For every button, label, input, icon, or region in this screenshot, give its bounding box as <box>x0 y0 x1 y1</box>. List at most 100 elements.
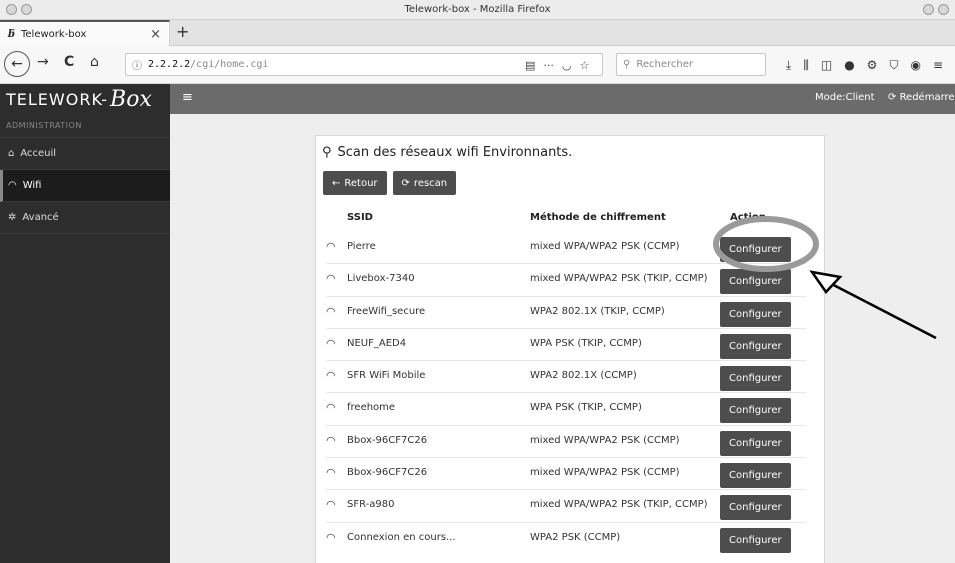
tab-telework-box[interactable]: ƃ Telework-box × <box>0 20 170 46</box>
addon-icon[interactable]: ⚙ <box>867 58 878 73</box>
window-sticky-icon[interactable] <box>21 4 32 15</box>
ssid: FreeWifi_secure <box>347 305 426 317</box>
tab-favicon-icon: ƃ <box>8 28 15 40</box>
table-row: ◠ Pierre mixed WPA/WPA2 PSK (CCMP) Confi… <box>326 232 806 265</box>
menu-icon[interactable]: ≡ <box>933 58 943 73</box>
encryption: mixed WPA/WPA2 PSK (CCMP) <box>530 467 680 479</box>
wifi-icon: ◠ <box>326 240 336 253</box>
encryption: WPA PSK (TKIP, CCMP) <box>530 337 642 349</box>
window-controls-right <box>923 4 949 15</box>
encryption: WPA2 802.1X (TKIP, CCMP) <box>530 305 665 317</box>
wifi-icon: ◠ <box>326 272 336 286</box>
tab-title: Telework-box <box>21 28 87 40</box>
reload-button[interactable]: C <box>64 54 74 70</box>
brand-box: Box <box>110 86 152 112</box>
window-titlebar: Telework-box - Mozilla Firefox <box>0 0 955 20</box>
mode-indicator[interactable]: Mode:Client <box>815 92 875 103</box>
configure-button[interactable]: Configurer <box>720 430 791 456</box>
configure-button[interactable]: Configurer <box>720 333 791 359</box>
sidebar-toggle-icon[interactable]: ◫ <box>821 58 832 73</box>
maximize-icon[interactable] <box>938 4 949 15</box>
ssid: SFR WiFi Mobile <box>347 370 426 382</box>
sidebar-item-wifi[interactable]: ◠ Wifi <box>0 170 170 202</box>
window-controls-left <box>6 4 32 15</box>
panel-title-text: Scan des réseaux wifi Environnants. <box>337 145 573 160</box>
sidebar-item-acceuil[interactable]: ⌂ Acceuil <box>0 138 170 170</box>
back-button[interactable]: ← <box>4 51 30 77</box>
ssid: Livebox-7340 <box>347 273 415 285</box>
forward-button[interactable]: → <box>37 54 49 70</box>
rescan-label: rescan <box>413 177 448 189</box>
back-label: Retour <box>344 177 378 189</box>
minimize-icon[interactable] <box>923 4 934 15</box>
account-icon[interactable]: ◉ <box>910 58 920 73</box>
menu-toggle-icon[interactable]: ≡ <box>182 90 193 105</box>
configure-button[interactable]: Configurer <box>720 463 791 489</box>
table-row: ◠ Livebox-7340 mixed WPA/WPA2 PSK (TKIP,… <box>326 264 806 297</box>
configure-button[interactable]: Configurer <box>720 366 791 392</box>
ssid: Connexion en cours... <box>347 531 456 543</box>
back-button[interactable]: ← Retour <box>323 171 387 195</box>
column-action: Action <box>730 212 766 223</box>
column-encryption: Méthode de chiffrement <box>530 212 666 223</box>
restart-button[interactable]: ⟳ Redémarrer <box>888 92 955 103</box>
tab-bar: ƃ Telework-box × + <box>0 20 955 46</box>
ssid: freehome <box>347 402 396 414</box>
bookmark-star-icon[interactable]: ☆ <box>580 59 590 72</box>
wifi-icon: ◠ <box>326 401 336 415</box>
library-icon[interactable]: ⫼ <box>803 58 809 73</box>
encryption: WPA PSK (TKIP, CCMP) <box>530 402 642 414</box>
encryption: WPA2 802.1X (CCMP) <box>530 370 637 382</box>
configure-button[interactable]: Configurer <box>720 269 791 295</box>
encryption: mixed WPA/WPA2 PSK (CCMP) <box>530 241 680 252</box>
sidebar-item-label: Acceuil <box>20 148 57 159</box>
page-actions-icon[interactable]: ··· <box>543 59 554 72</box>
table-row: ◠ FreeWifi_secure WPA2 802.1X (TKIP, CCM… <box>326 297 806 329</box>
refresh-icon: ⟳ <box>888 92 900 103</box>
shield-icon[interactable]: ⛉ <box>889 58 898 73</box>
url-host: 2.2.2.2 <box>148 59 191 70</box>
rescan-button[interactable]: ⟳ rescan <box>392 171 457 195</box>
reader-view-icon[interactable]: ▤ <box>525 59 535 72</box>
home-button[interactable]: ⌂ <box>90 54 99 70</box>
app-header: TELEWORK- Box ≡ Mode:Client ⟳ Redémarrer <box>0 84 955 114</box>
gear-icon: ✲ <box>8 212 17 223</box>
panel-actions: ← Retour ⟳ rescan <box>323 171 457 195</box>
configure-button[interactable]: Configurer <box>720 237 791 262</box>
restart-label: Redémarrer <box>899 92 955 103</box>
window-menu-icon[interactable] <box>6 4 17 15</box>
configure-button[interactable]: Configurer <box>720 398 791 424</box>
network-list: ◠ Pierre mixed WPA/WPA2 PSK (CCMP) Confi… <box>326 232 806 555</box>
configure-button[interactable]: Configurer <box>720 301 791 327</box>
configure-button[interactable]: Configurer <box>720 527 791 553</box>
wifi-icon: ◠ <box>326 304 336 318</box>
scan-panel: ⚲ Scan des réseaux wifi Environnants. ← … <box>315 135 825 563</box>
ssid: Pierre <box>347 241 376 252</box>
brand-logo[interactable]: TELEWORK- Box <box>0 84 170 114</box>
home-icon: ⌂ <box>8 148 15 159</box>
wifi-icon: ◠ <box>326 433 336 447</box>
download-icon[interactable]: ⤓ <box>786 58 791 73</box>
sidebar-item-label: Avancé <box>22 212 59 223</box>
pocket-icon[interactable]: ◡ <box>562 59 572 72</box>
encryption: mixed WPA/WPA2 PSK (TKIP, CCMP) <box>530 273 708 285</box>
wifi-icon: ◠ <box>8 180 17 191</box>
encryption: WPA2 PSK (CCMP) <box>530 531 621 543</box>
new-tab-button[interactable]: + <box>176 22 189 41</box>
url-actions: ▤ ··· ◡ ☆ <box>525 59 589 72</box>
wifi-icon: ◠ <box>326 336 336 350</box>
ssid: Bbox-96CF7C26 <box>347 434 428 446</box>
configure-button[interactable]: Configurer <box>720 495 791 521</box>
main-content: ⚲ Scan des réseaux wifi Environnants. ← … <box>170 114 955 563</box>
encryption: mixed WPA/WPA2 PSK (CCMP) <box>530 434 680 446</box>
refresh-icon: ⟳ <box>401 177 410 189</box>
wifi-icon: ◠ <box>326 498 336 512</box>
search-input[interactable]: ⚲ Rechercher <box>616 53 766 76</box>
tab-close-icon[interactable]: × <box>150 27 161 42</box>
sidebar-item-avance[interactable]: ✲ Avancé <box>0 202 170 234</box>
extension-icon[interactable]: ● <box>844 58 854 73</box>
wifi-icon: ◠ <box>326 530 336 544</box>
table-row: ◠ SFR WiFi Mobile WPA2 802.1X (CCMP) Con… <box>326 361 806 394</box>
site-info-icon[interactable]: ⓘ <box>132 57 142 72</box>
search-placeholder: Rechercher <box>636 59 693 70</box>
